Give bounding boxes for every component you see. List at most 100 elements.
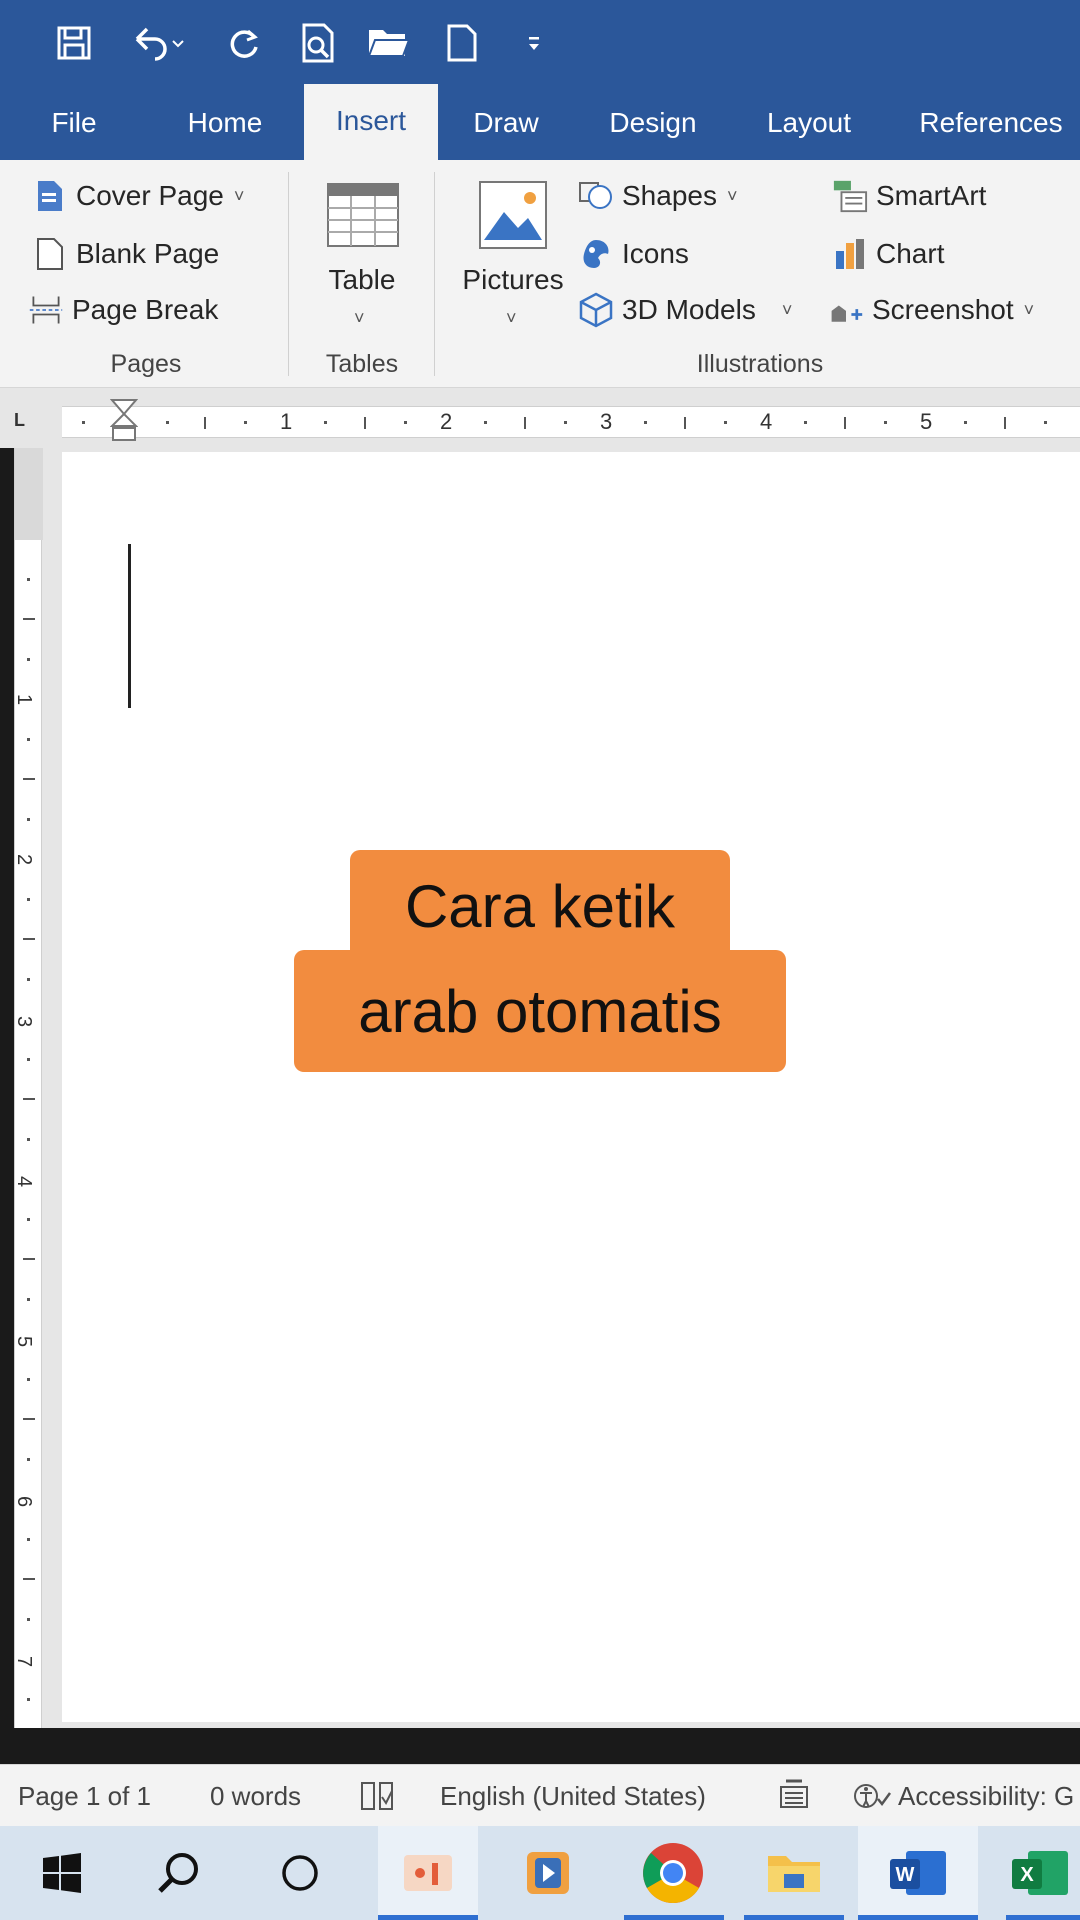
page-break-label: Page Break [72, 294, 219, 325]
smartart-icon [832, 178, 868, 214]
running-indicator [858, 1915, 978, 1920]
shapes-label: Shapes [622, 180, 717, 211]
text-predictions-icon[interactable] [778, 1779, 810, 1811]
page-break-button[interactable]: Page Break [28, 288, 218, 332]
indent-marker-icon[interactable] [109, 398, 139, 442]
chevron-down-icon: ˅ [726, 185, 738, 206]
presentation-app-icon[interactable] [388, 1826, 468, 1920]
shapes-button[interactable]: Shapes ˅ [578, 174, 737, 218]
group-divider [288, 172, 289, 376]
blank-page-button[interactable]: Blank Page [32, 232, 219, 276]
ruler-number: 1 [280, 409, 293, 434]
running-indicator [378, 1915, 478, 1920]
screenshot-label: Screenshot [872, 294, 1014, 325]
smartart-button[interactable]: SmartArt [832, 174, 986, 218]
icons-button[interactable]: Icons [578, 232, 689, 276]
start-icon[interactable] [30, 1826, 94, 1920]
pictures-icon[interactable] [478, 180, 548, 250]
ribbon-tabs: File Home Insert Draw Design Layout Refe… [0, 84, 1080, 160]
redo-icon[interactable] [222, 18, 266, 68]
running-indicator [744, 1915, 844, 1920]
caption-line-2: arab otomatis [294, 950, 786, 1072]
blank-page-label: Blank Page [76, 238, 220, 269]
tab-selector[interactable]: L [14, 410, 36, 432]
table-icon[interactable] [326, 182, 400, 248]
chevron-down-icon: ˅ [781, 299, 793, 320]
shapes-icon [578, 178, 614, 214]
svg-text:X: X [1020, 1864, 1034, 1886]
tab-home[interactable]: Home [162, 86, 288, 160]
tab-layout[interactable]: Layout [756, 86, 862, 160]
chevron-down-icon: ˅ [506, 308, 517, 328]
document-page[interactable] [62, 452, 1080, 1722]
quick-access-toolbar [0, 0, 1080, 86]
page-count[interactable]: Page 1 of 1 [18, 1781, 151, 1812]
tab-draw[interactable]: Draw [460, 86, 552, 160]
tab-file[interactable]: File [26, 86, 122, 160]
chrome-icon[interactable] [628, 1826, 718, 1920]
text-cursor [128, 544, 131, 708]
3d-models-button[interactable]: 3D Models ˅ [578, 288, 792, 332]
icons-label: Icons [622, 238, 689, 269]
tables-group-label: Tables [325, 350, 399, 378]
cover-page-icon [32, 178, 68, 214]
save-icon[interactable] [52, 18, 96, 68]
horizontal-ruler-area: L 1 2 3 4 5 [0, 388, 1080, 448]
vertical-ruler[interactable]: 1 2 3 4 5 6 7 [13, 448, 43, 1728]
chart-label: Chart [876, 238, 945, 269]
chevron-down-icon: ˅ [233, 185, 245, 206]
page-break-icon [28, 292, 64, 328]
file-explorer-icon[interactable] [752, 1826, 836, 1920]
open-folder-icon[interactable] [364, 18, 414, 68]
excel-icon[interactable]: X [1000, 1826, 1080, 1920]
ruler-number: 5 [920, 409, 933, 434]
screenshot-button[interactable]: Screenshot ˅ [828, 288, 1034, 332]
taskbar: W X [0, 1826, 1080, 1920]
cover-page-label: Cover Page [76, 180, 224, 211]
language-indicator[interactable]: English (United States) [440, 1781, 706, 1812]
tab-design[interactable]: Design [596, 86, 710, 160]
print-preview-icon[interactable] [296, 18, 340, 68]
table-button[interactable]: Table [312, 264, 412, 296]
vruler-number: 5 [13, 1335, 36, 1348]
tab-insert[interactable]: Insert [304, 84, 438, 160]
svg-text:W: W [896, 1864, 915, 1886]
customize-qat-icon[interactable] [522, 18, 546, 68]
word-icon[interactable]: W [876, 1826, 960, 1920]
tab-references[interactable]: References [912, 86, 1070, 160]
status-bar: Page 1 of 1 0 words English (United Stat… [0, 1764, 1080, 1826]
pictures-button[interactable]: Pictures [456, 264, 570, 296]
screenshot-icon [828, 292, 864, 328]
vruler-number: 4 [13, 1175, 36, 1188]
running-indicator [1006, 1915, 1080, 1920]
ruler-number: 3 [600, 409, 613, 434]
smartart-label: SmartArt [876, 180, 987, 211]
illustrations-group-label: Illustrations [696, 350, 824, 378]
vruler-number: 1 [13, 693, 36, 706]
search-icon[interactable] [146, 1826, 210, 1920]
blank-page-icon [32, 236, 68, 272]
accessibility-status[interactable]: Accessibility: G [898, 1781, 1074, 1812]
accessibility-icon[interactable] [852, 1779, 892, 1813]
vruler-number: 3 [13, 1015, 36, 1028]
chevron-down-icon: ˅ [1023, 299, 1035, 320]
undo-icon[interactable] [124, 18, 194, 68]
new-document-icon[interactable] [442, 18, 482, 68]
running-indicator [624, 1915, 724, 1920]
chevron-down-icon: ˅ [354, 308, 365, 328]
cover-page-button[interactable]: Cover Page ˅ [32, 174, 244, 218]
horizontal-ruler[interactable]: 1 2 3 4 5 [62, 406, 1080, 438]
vruler-number: 2 [13, 853, 36, 866]
3d-models-label: 3D Models [622, 294, 756, 325]
caption-line-1: Cara ketik [350, 850, 730, 962]
vruler-number: 6 [13, 1495, 36, 1508]
group-divider [434, 172, 435, 376]
ruler-number: 4 [760, 409, 773, 434]
pages-group-label: Pages [110, 350, 182, 378]
media-app-icon[interactable] [508, 1826, 588, 1920]
chart-button[interactable]: Chart [832, 232, 944, 276]
task-view-icon[interactable] [268, 1826, 332, 1920]
vruler-number: 7 [13, 1655, 36, 1668]
word-count[interactable]: 0 words [210, 1781, 301, 1812]
proofing-icon[interactable] [360, 1781, 394, 1811]
